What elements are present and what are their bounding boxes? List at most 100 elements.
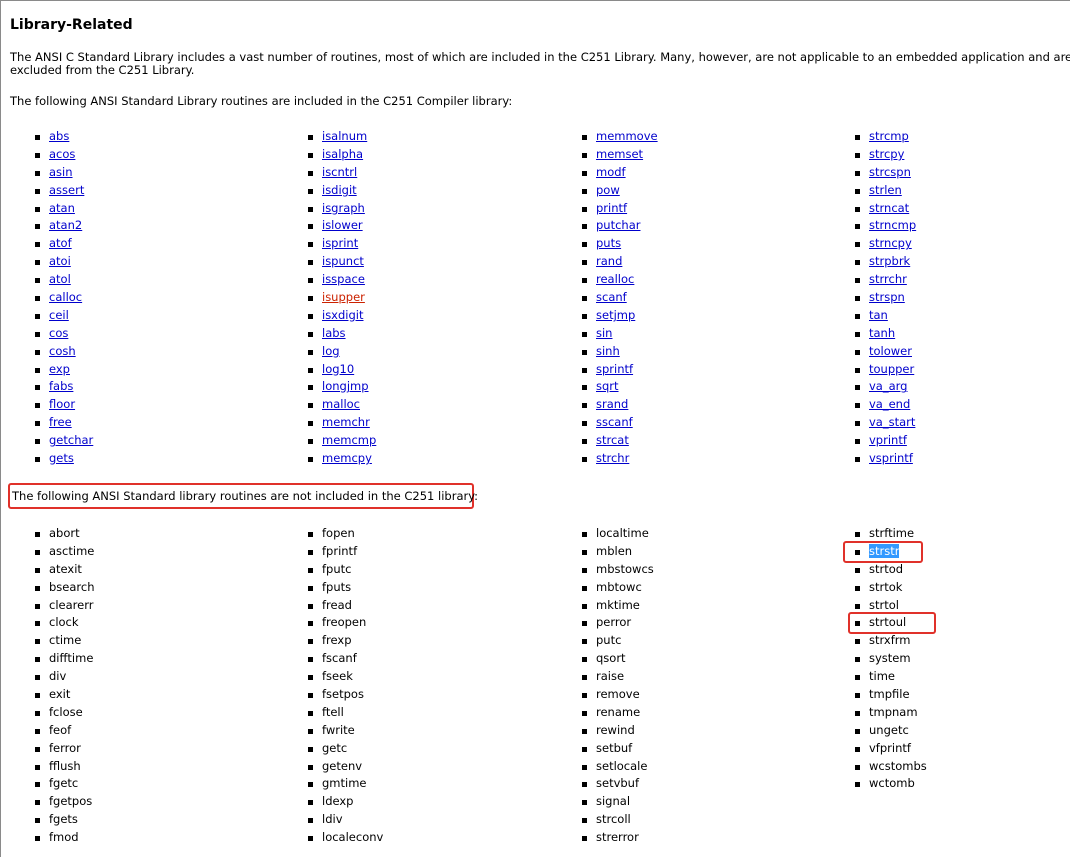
function-link-srand[interactable]: srand xyxy=(596,397,628,411)
function-link-puts[interactable]: puts xyxy=(596,236,621,250)
function-link-isgraph[interactable]: isgraph xyxy=(322,201,365,215)
function-link-sinh[interactable]: sinh xyxy=(596,344,620,358)
function-name-fscanf: fscanf xyxy=(322,651,357,666)
function-link-memset[interactable]: memset xyxy=(596,147,643,161)
function-link-cos[interactable]: cos xyxy=(49,326,68,340)
function-link-isspace[interactable]: isspace xyxy=(322,272,365,286)
excluded-list-item: getenv xyxy=(308,758,383,776)
function-link-putchar[interactable]: putchar xyxy=(596,218,640,232)
function-link-strcpy[interactable]: strcpy xyxy=(869,147,904,161)
function-link-assert[interactable]: assert xyxy=(49,183,84,197)
function-link-isdigit[interactable]: isdigit xyxy=(322,183,357,197)
function-link-va_start[interactable]: va_start xyxy=(869,415,915,429)
excluded-list-item: localeconv xyxy=(308,829,383,847)
excluded-list-item: fread xyxy=(308,597,383,615)
function-link-toupper[interactable]: toupper xyxy=(869,362,914,376)
included-list-item: memchr xyxy=(308,414,376,432)
function-link-ispunct[interactable]: ispunct xyxy=(322,254,364,268)
function-link-sqrt[interactable]: sqrt xyxy=(596,379,619,393)
function-link-isupper[interactable]: isupper xyxy=(322,290,365,304)
function-link-printf[interactable]: printf xyxy=(596,201,627,215)
excluded-list-item: ldexp xyxy=(308,793,383,811)
function-link-vsprintf[interactable]: vsprintf xyxy=(869,451,913,465)
included-list-item: sqrt xyxy=(582,378,658,396)
function-link-strcmp[interactable]: strcmp xyxy=(869,129,909,143)
function-link-atan2[interactable]: atan2 xyxy=(49,218,82,232)
function-link-realloc[interactable]: realloc xyxy=(596,272,634,286)
function-link-tolower[interactable]: tolower xyxy=(869,344,912,358)
function-link-sprintf[interactable]: sprintf xyxy=(596,362,633,376)
function-link-acos[interactable]: acos xyxy=(49,147,75,161)
function-link-isalnum[interactable]: isalnum xyxy=(322,129,367,143)
function-link-atoi[interactable]: atoi xyxy=(49,254,71,268)
function-link-memcpy[interactable]: memcpy xyxy=(322,451,372,465)
function-link-fabs[interactable]: fabs xyxy=(49,379,73,393)
function-link-cosh[interactable]: cosh xyxy=(49,344,76,358)
function-link-strncat[interactable]: strncat xyxy=(869,201,909,215)
function-name-ungetc: ungetc xyxy=(869,722,909,737)
function-name-tmpnam: tmpnam xyxy=(869,704,918,719)
excluded-list-item: setvbuf xyxy=(582,775,654,793)
function-link-strchr[interactable]: strchr xyxy=(596,451,629,465)
included-list-item: memcpy xyxy=(308,450,376,468)
function-link-rand[interactable]: rand xyxy=(596,254,622,268)
function-link-malloc[interactable]: malloc xyxy=(322,397,360,411)
function-link-log[interactable]: log xyxy=(322,344,340,358)
function-link-memcmp[interactable]: memcmp xyxy=(322,433,376,447)
function-link-abs[interactable]: abs xyxy=(49,129,69,143)
included-list-item: labs xyxy=(308,325,376,343)
function-link-log10[interactable]: log10 xyxy=(322,362,354,376)
function-link-getchar[interactable]: getchar xyxy=(49,433,93,447)
included-list-item: islower xyxy=(308,217,376,235)
function-link-tan[interactable]: tan xyxy=(869,308,888,322)
included-list-item: strcpy xyxy=(855,146,916,164)
function-link-strncmp[interactable]: strncmp xyxy=(869,218,916,232)
function-link-strpbrk[interactable]: strpbrk xyxy=(869,254,910,268)
function-link-strlen[interactable]: strlen xyxy=(869,183,902,197)
function-link-strrchr[interactable]: strrchr xyxy=(869,272,907,286)
function-link-modf[interactable]: modf xyxy=(596,165,626,179)
function-link-strcspn[interactable]: strcspn xyxy=(869,165,911,179)
function-link-setjmp[interactable]: setjmp xyxy=(596,308,635,322)
function-link-sin[interactable]: sin xyxy=(596,326,612,340)
excluded-list-item: localtime xyxy=(582,525,654,543)
function-link-ceil[interactable]: ceil xyxy=(49,308,69,322)
function-link-va_end[interactable]: va_end xyxy=(869,397,910,411)
function-link-vprintf[interactable]: vprintf xyxy=(869,433,907,447)
function-link-asin[interactable]: asin xyxy=(49,165,73,179)
function-name-wctomb: wctomb xyxy=(869,776,915,791)
excluded-list-item: clearerr xyxy=(35,597,95,615)
function-link-pow[interactable]: pow xyxy=(596,183,620,197)
function-link-atof[interactable]: atof xyxy=(49,236,72,250)
function-link-labs[interactable]: labs xyxy=(322,326,346,340)
function-link-strspn[interactable]: strspn xyxy=(869,290,905,304)
function-link-strncpy[interactable]: strncpy xyxy=(869,236,912,250)
function-link-exp[interactable]: exp xyxy=(49,362,70,376)
function-name-remove: remove xyxy=(596,687,640,702)
function-link-longjmp[interactable]: longjmp xyxy=(322,379,369,393)
excluded-list-item: system xyxy=(855,650,927,668)
function-link-va_arg[interactable]: va_arg xyxy=(869,379,907,393)
function-link-isalpha[interactable]: isalpha xyxy=(322,147,363,161)
included-list-item: vsprintf xyxy=(855,450,916,468)
function-link-iscntrl[interactable]: iscntrl xyxy=(322,165,357,179)
function-link-gets[interactable]: gets xyxy=(49,451,74,465)
function-link-tanh[interactable]: tanh xyxy=(869,326,895,340)
highlight-box-strstr xyxy=(843,541,923,563)
function-link-scanf[interactable]: scanf xyxy=(596,290,627,304)
function-link-memmove[interactable]: memmove xyxy=(596,129,658,143)
function-link-isprint[interactable]: isprint xyxy=(322,236,358,250)
included-list-item: isspace xyxy=(308,271,376,289)
function-link-atan[interactable]: atan xyxy=(49,201,75,215)
function-link-free[interactable]: free xyxy=(49,415,72,429)
function-link-calloc[interactable]: calloc xyxy=(49,290,82,304)
function-name-setvbuf: setvbuf xyxy=(596,776,640,791)
function-link-sscanf[interactable]: sscanf xyxy=(596,415,633,429)
function-link-isxdigit[interactable]: isxdigit xyxy=(322,308,364,322)
function-link-islower[interactable]: islower xyxy=(322,218,363,232)
function-link-atol[interactable]: atol xyxy=(49,272,71,286)
function-link-strcat[interactable]: strcat xyxy=(596,433,629,447)
excluded-list-item: ldiv xyxy=(308,811,383,829)
function-link-floor[interactable]: floor xyxy=(49,397,75,411)
function-link-memchr[interactable]: memchr xyxy=(322,415,370,429)
